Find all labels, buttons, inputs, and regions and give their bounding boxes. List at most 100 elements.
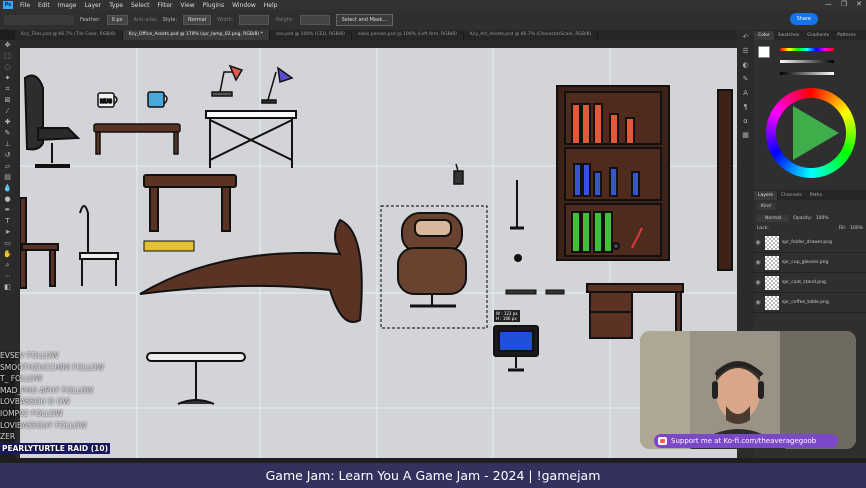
tool-preset-picker[interactable]: [4, 15, 74, 25]
menu-type[interactable]: Type: [105, 2, 127, 9]
eraser-tool-icon[interactable]: ▱: [3, 162, 12, 171]
menu-window[interactable]: Window: [228, 2, 260, 9]
antialias-checkbox[interactable]: Anti-alias: [134, 17, 157, 23]
color-wheel[interactable]: [766, 88, 856, 178]
tab-paths[interactable]: Paths: [806, 193, 826, 198]
minimize-icon[interactable]: —: [825, 0, 832, 8]
brush-panel-icon[interactable]: ✎: [743, 75, 749, 83]
healing-brush-tool-icon[interactable]: ✚: [3, 118, 12, 127]
lasso-tool-icon[interactable]: ◌: [3, 63, 12, 72]
history-panel-icon[interactable]: ↶: [743, 33, 749, 41]
glyphs-panel-icon[interactable]: ⍺: [743, 117, 748, 125]
menu-select[interactable]: Select: [127, 2, 154, 9]
adjustments-panel-icon[interactable]: ◐: [742, 61, 748, 69]
gradient-tool-icon[interactable]: ▤: [3, 173, 12, 182]
eyedropper-tool-icon[interactable]: ⁄: [3, 107, 12, 116]
wooden-chair-sprite: [20, 197, 59, 289]
eye-icon[interactable]: ◉: [754, 279, 762, 286]
pen-holder-sprite: [453, 163, 464, 185]
menu-bar: Ps File Edit Image Layer Type Select Fil…: [0, 0, 866, 10]
layer-row[interactable]: ◉ spr_coffee_table.png: [754, 293, 866, 313]
style-select[interactable]: Normal: [183, 15, 212, 25]
brush-tool-icon[interactable]: ✎: [3, 129, 12, 138]
libraries-panel-icon[interactable]: ▦: [742, 131, 749, 139]
tab-kcy-art-assets[interactable]: Kcy_Art_Assets.psd @ 66.7% (CharacterSca…: [464, 30, 599, 40]
menu-file[interactable]: File: [16, 2, 34, 9]
paragraph-panel-icon[interactable]: ¶: [743, 103, 747, 111]
wooden-table-sprite: [143, 174, 237, 232]
hue-slider[interactable]: [780, 48, 834, 51]
tab-color[interactable]: Color: [754, 30, 774, 40]
eye-icon[interactable]: ◉: [754, 239, 762, 246]
tab-layers[interactable]: Layers: [754, 190, 777, 200]
character-panel-icon[interactable]: A: [743, 89, 748, 97]
height-input[interactable]: [299, 15, 330, 25]
lamp-red-sprite: [211, 64, 244, 97]
chat-line: EVSEV FOLLOW: [0, 351, 59, 360]
layer-row[interactable]: ◉ spr_cup_glasses.png: [754, 253, 866, 273]
tab-kcy-office-assets[interactable]: Kcy_Office_Assets.psd @ 179% (spr_lamp_0…: [122, 30, 270, 40]
dodge-tool-icon[interactable]: ●: [3, 195, 12, 204]
select-and-mask-button[interactable]: Select and Mask...: [335, 14, 394, 26]
frame-tool-icon[interactable]: ⊠: [3, 96, 12, 105]
lock-label: Lock:: [757, 226, 769, 231]
hand-tool-icon[interactable]: ✋: [3, 250, 12, 259]
zoom-tool-icon[interactable]: ⌕: [3, 261, 12, 270]
pen-tool-icon[interactable]: ✒: [3, 206, 12, 215]
menu-image[interactable]: Image: [54, 2, 81, 9]
bookshelf-sprite: [556, 85, 670, 261]
partial-shelf-sprite: [717, 89, 733, 271]
properties-panel-icon[interactable]: ☰: [742, 47, 748, 55]
eye-icon[interactable]: ◉: [754, 259, 762, 266]
layer-row[interactable]: ◉ spr_coat_stand.png: [754, 273, 866, 293]
menu-view[interactable]: View: [176, 2, 198, 9]
photoshop-logo-icon[interactable]: Ps: [3, 1, 13, 9]
feather-input[interactable]: 0 px: [106, 15, 128, 25]
menu-plugins[interactable]: Plugins: [199, 2, 229, 9]
move-tool-icon[interactable]: ✥: [3, 41, 12, 50]
width-input[interactable]: [239, 15, 270, 25]
tab-swatches[interactable]: Swatches: [774, 33, 804, 38]
type-tool-icon[interactable]: T: [3, 217, 12, 226]
color-panel-tabs: Color Swatches Gradients Patterns: [754, 30, 866, 40]
menu-layer[interactable]: Layer: [80, 2, 105, 9]
maximize-icon[interactable]: ❐: [841, 0, 847, 8]
saturation-slider[interactable]: [780, 60, 834, 63]
layer-row[interactable]: ◉ spr_folder_drawer.png: [754, 233, 866, 253]
kofi-text: Support me at Ko-fi.com/theaveragegoob: [671, 437, 817, 445]
close-icon[interactable]: ✕: [856, 0, 862, 8]
mug-blue-sprite: [147, 91, 168, 108]
layer-kind-filter[interactable]: Kind: [757, 203, 775, 210]
blur-tool-icon[interactable]: 💧: [3, 184, 12, 193]
magic-wand-tool-icon[interactable]: ✦: [3, 74, 12, 83]
brightness-slider[interactable]: [780, 72, 834, 75]
share-button[interactable]: Share: [789, 13, 818, 25]
tab-patterns[interactable]: Patterns: [833, 33, 860, 38]
marquee-tool-icon[interactable]: ⬚: [3, 52, 12, 61]
tab-channels[interactable]: Channels: [777, 193, 806, 198]
tab-gradients[interactable]: Gradients: [803, 33, 833, 38]
fill-input[interactable]: 100%: [850, 226, 863, 231]
opacity-input[interactable]: 100%: [816, 216, 829, 221]
color-swatches-icon[interactable]: ◧: [3, 283, 12, 292]
rectangle-tool-icon[interactable]: ▭: [3, 239, 12, 248]
selection-size-readout: W : 123 px H : 166 px: [494, 310, 520, 322]
path-selection-tool-icon[interactable]: ➤: [3, 228, 12, 237]
clone-stamp-tool-icon[interactable]: ⊥: [3, 140, 12, 149]
tab-sales-person[interactable]: sales person.psd @ 100% (Left Arm, RGB/8…: [352, 30, 464, 40]
eye-icon[interactable]: ◉: [754, 299, 762, 306]
crop-tool-icon[interactable]: ⌗: [3, 85, 12, 94]
menu-edit[interactable]: Edit: [34, 2, 54, 9]
menu-help[interactable]: Help: [260, 2, 282, 9]
menu-filter[interactable]: Filter: [154, 2, 177, 9]
monitor-sprite: [493, 325, 539, 372]
blend-mode-select[interactable]: Normal: [757, 215, 790, 222]
more-tools-icon[interactable]: ⋯: [3, 272, 12, 281]
kofi-banner[interactable]: Support me at Ko-fi.com/theaveragegoob: [654, 434, 838, 448]
color-triangle[interactable]: [793, 106, 839, 160]
foreground-color-swatch[interactable]: [758, 46, 770, 58]
history-brush-tool-icon[interactable]: ↺: [3, 151, 12, 160]
tab-kcy-tiles[interactable]: Kcy_Tiles.psd @ 66.7% (Tile Color, RGB/8…: [15, 30, 123, 40]
office-chair-sprite: [23, 74, 81, 168]
tab-ceo[interactable]: ceo.psd @ 100% (CEO, RGB/8): [270, 30, 352, 40]
